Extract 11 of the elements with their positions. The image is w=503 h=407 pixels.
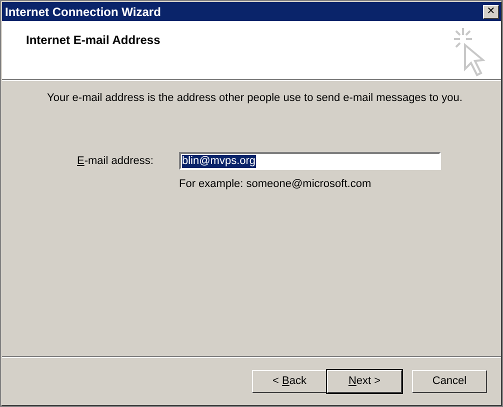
page-title: Internet E-mail Address (26, 33, 160, 49)
back-button[interactable]: < Back (252, 370, 327, 392)
input-field[interactable]: blin@mvps.org (179, 152, 441, 170)
cursor-sparkle-icon (453, 27, 487, 77)
hint-text: For example: someone@microsoft.com (179, 178, 372, 190)
next-button[interactable]: Next > (327, 370, 402, 392)
window-title: Internet Connection Wizard (5, 4, 161, 18)
description-text: Your e-mail address is the address other people use to send e-mail messages to you. (47, 92, 464, 104)
cancel-button[interactable]: Cancel (412, 370, 487, 392)
close-button[interactable]: ✕ (483, 4, 499, 18)
field-label: E-mail address: (77, 155, 154, 167)
